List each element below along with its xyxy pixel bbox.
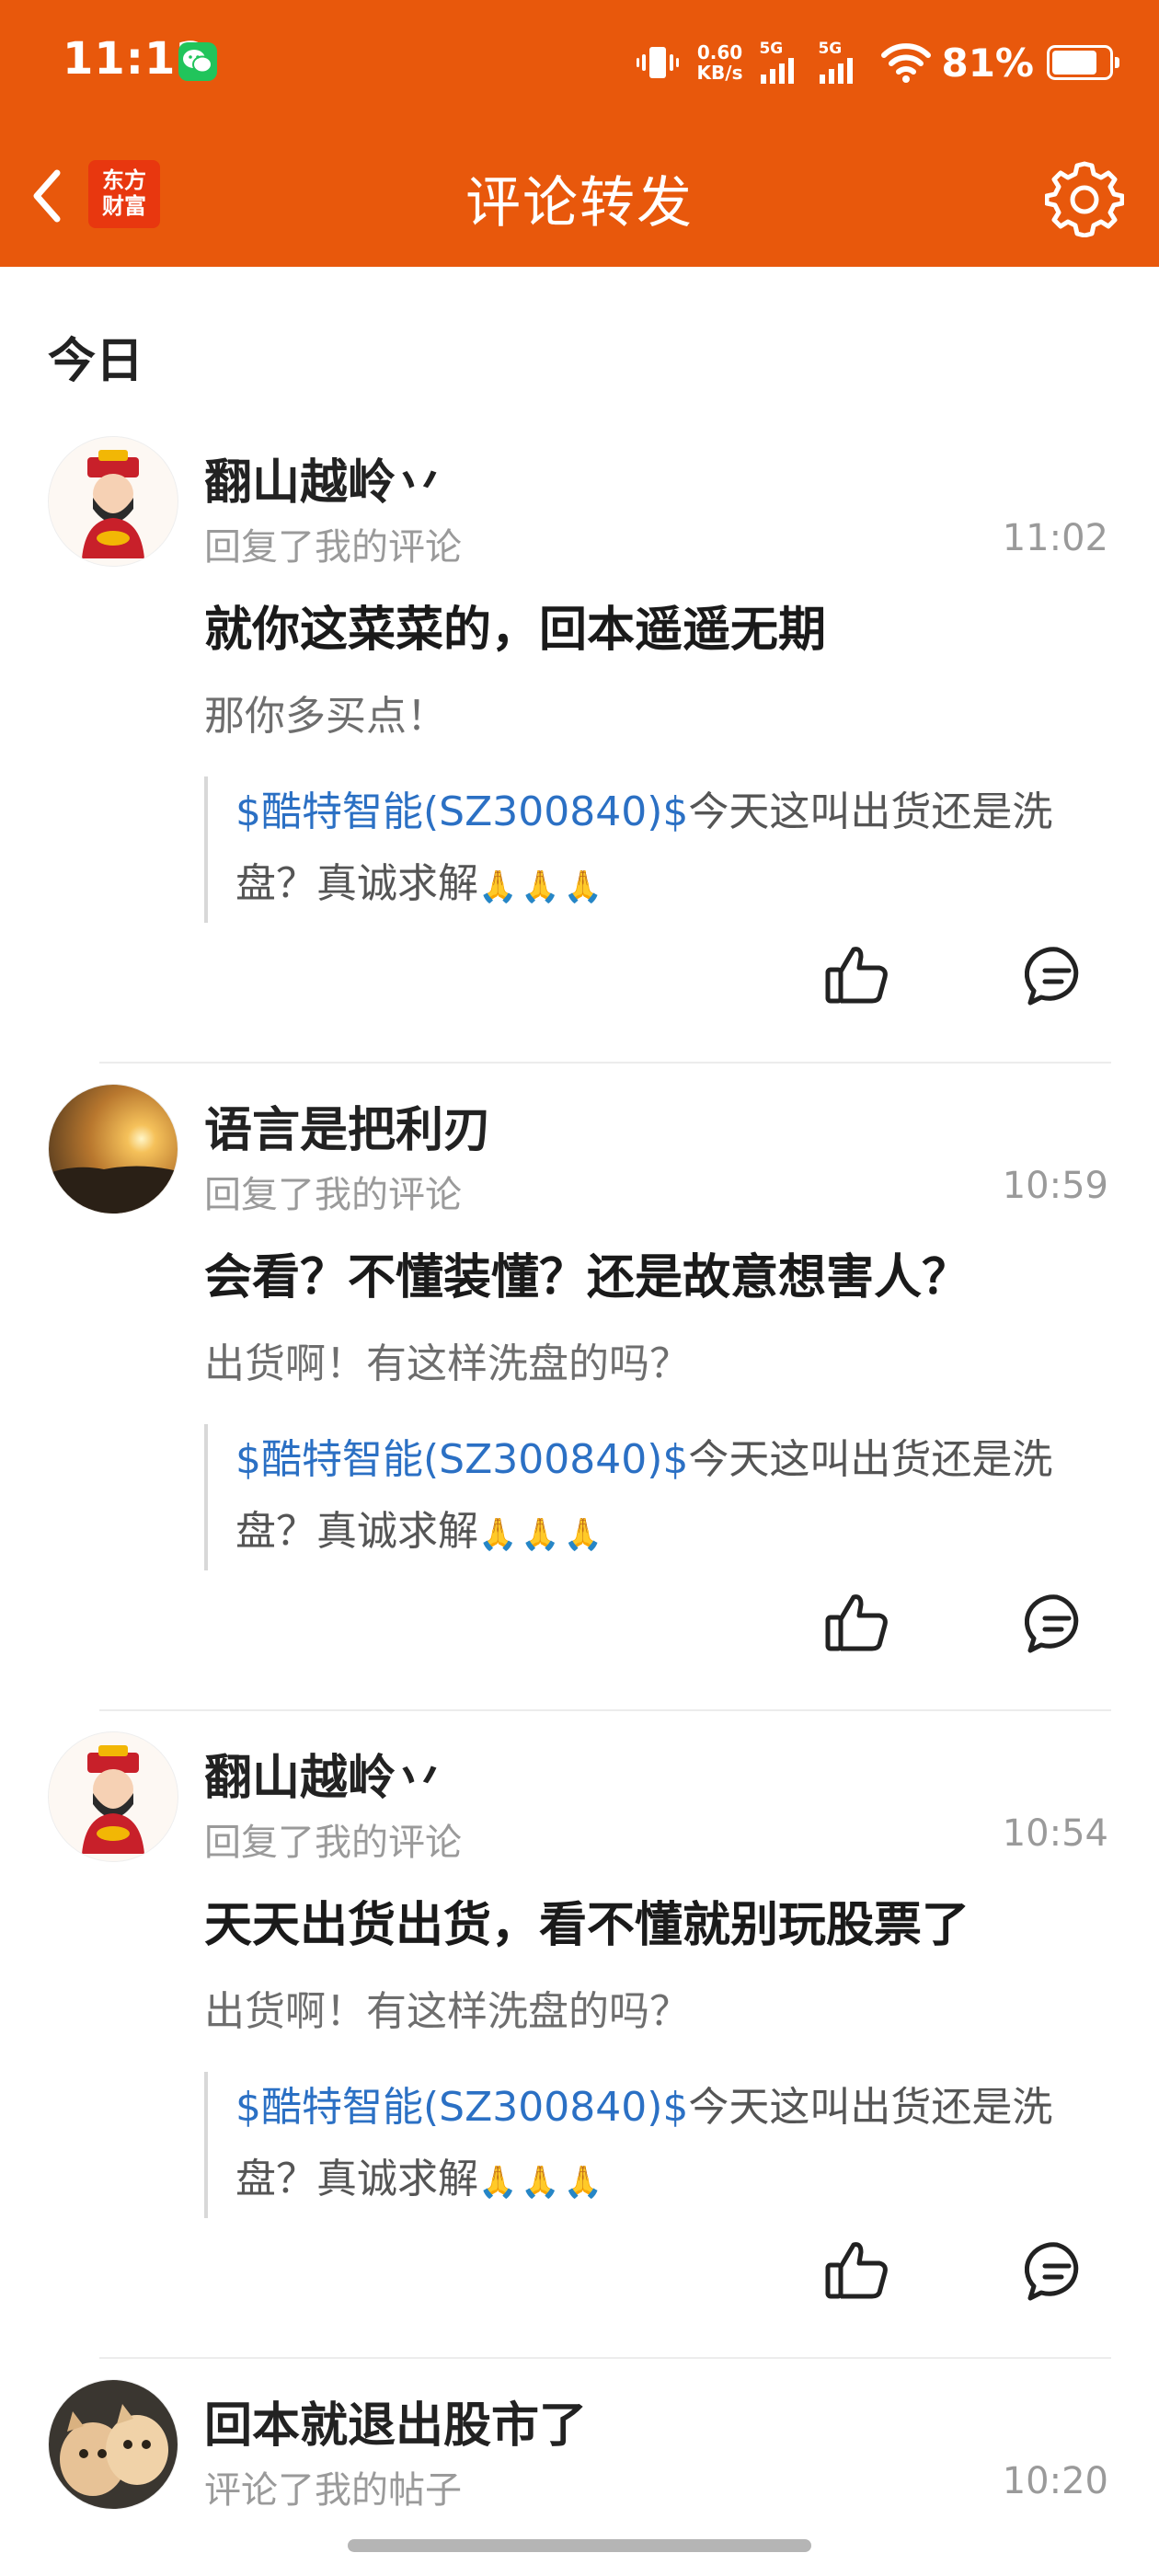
speed-value: 0.60 <box>696 41 743 63</box>
status-icons: 0.60 KB/s 5G 5G 81% <box>635 35 1119 90</box>
my-comment-text[interactable]: 出货啊！有这样洗盘的吗？ <box>204 1978 690 2037</box>
timestamp: 11:02 <box>1002 517 1108 559</box>
like-thumbs-up-icon[interactable] <box>822 1590 892 1656</box>
stock-link[interactable]: $酷特智能(SZ300840)$ <box>235 1436 688 1483</box>
divider <box>99 1709 1111 1711</box>
speed-unit: KB/s <box>696 62 743 84</box>
sim1-label: 5G <box>759 40 784 58</box>
comment-bubble-icon[interactable] <box>1025 944 1089 1008</box>
username[interactable]: 语言是把利刃 <box>204 1091 491 1160</box>
quoted-post[interactable]: $酷特智能(SZ300840)$今天这叫出货还是洗盘？真诚求解🙏🙏🙏 <box>204 1424 1087 1570</box>
timestamp: 10:59 <box>1002 1165 1108 1207</box>
wechat-notification-icon <box>178 42 217 81</box>
network-speed: 0.60 KB/s <box>697 42 743 83</box>
reply-text[interactable]: 会看？不懂装懂？还是故意想害人？ <box>204 1238 970 1307</box>
home-indicator[interactable] <box>348 2539 811 2552</box>
like-thumbs-up-icon[interactable] <box>822 942 892 1008</box>
section-today-label: 今日 <box>48 334 144 389</box>
divider <box>99 1062 1111 1064</box>
sim2-label: 5G <box>818 40 843 58</box>
action-text: 回复了我的评论 <box>204 1822 462 1864</box>
battery-percent: 81% <box>941 40 1034 86</box>
like-thumbs-up-icon[interactable] <box>822 2237 892 2304</box>
page-title: 评论转发 <box>465 171 694 236</box>
notification-item[interactable]: 翻山越岭丷 回复了我的评论 11:02 就你这菜菜的，回本遥遥无期 那你多买点！… <box>0 436 1159 1080</box>
timestamp: 10:20 <box>1002 2460 1108 2502</box>
signal-sim2-icon: 5G <box>818 40 866 86</box>
avatar[interactable] <box>48 1731 178 1862</box>
action-text: 回复了我的评论 <box>204 526 462 569</box>
pray-emoji: 🙏🙏🙏 <box>478 1516 607 1553</box>
username[interactable]: 回本就退出股市了 <box>204 2386 587 2455</box>
signal-sim1-icon: 5G <box>759 40 807 86</box>
avatar[interactable] <box>48 436 178 567</box>
action-text: 回复了我的评论 <box>204 1174 462 1216</box>
quoted-post[interactable]: $酷特智能(SZ300840)$今天这叫出货还是洗盘？真诚求解🙏🙏🙏 <box>204 776 1087 923</box>
top-bar: 11:12 0.60 KB/s 5G 5G 81% 东方 财富 评论转发 <box>0 0 1159 267</box>
avatar[interactable] <box>48 2379 178 2510</box>
action-text: 评论了我的帖子 <box>204 2469 462 2512</box>
notification-item[interactable]: 翻山越岭丷 回复了我的评论 10:54 天天出货出货，看不懂就别玩股票了 出货啊… <box>0 1731 1159 2375</box>
divider <box>99 2357 1111 2359</box>
stock-link[interactable]: $酷特智能(SZ300840)$ <box>235 788 688 835</box>
reply-text[interactable]: 就你这菜菜的，回本遥遥无期 <box>204 591 826 660</box>
notification-item[interactable]: 回本就退出股市了 评论了我的帖子 10:20 <box>0 2379 1159 2563</box>
username[interactable]: 翻山越岭丷 <box>204 1739 443 1808</box>
username[interactable]: 翻山越岭丷 <box>204 443 443 512</box>
my-comment-text[interactable]: 出货啊！有这样洗盘的吗？ <box>204 1330 690 1389</box>
notification-item[interactable]: 语言是把利刃 回复了我的评论 10:59 会看？不懂装懂？还是故意想害人？ 出货… <box>0 1084 1159 1728</box>
stock-link[interactable]: $酷特智能(SZ300840)$ <box>235 2084 688 2131</box>
pray-emoji: 🙏🙏🙏 <box>478 2164 607 2201</box>
vibrate-icon <box>636 47 679 78</box>
battery-icon <box>1047 45 1119 80</box>
wifi-icon <box>881 43 932 83</box>
comment-bubble-icon[interactable] <box>1025 1592 1089 1656</box>
quoted-post[interactable]: $酷特智能(SZ300840)$今天这叫出货还是洗盘？真诚求解🙏🙏🙏 <box>204 2072 1087 2218</box>
pray-emoji: 🙏🙏🙏 <box>478 868 607 905</box>
settings-gear-icon[interactable] <box>1045 158 1124 237</box>
timestamp: 10:54 <box>1002 1812 1108 1855</box>
reply-text[interactable]: 天天出货出货，看不懂就别玩股票了 <box>204 1886 970 1955</box>
avatar[interactable] <box>48 1084 178 1214</box>
my-comment-text[interactable]: 那你多买点！ <box>204 683 447 742</box>
comment-bubble-icon[interactable] <box>1025 2239 1089 2304</box>
